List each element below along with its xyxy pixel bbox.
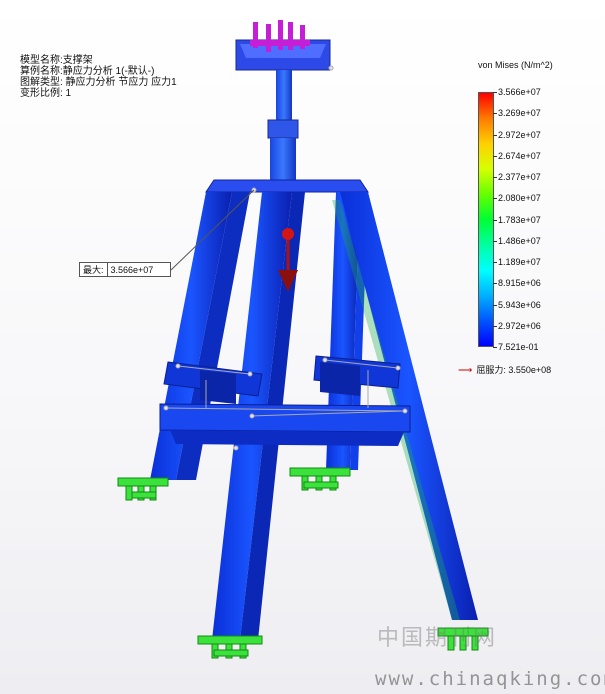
study-name: 算例名称:静应力分析 1(-默认-) bbox=[20, 66, 155, 77]
upper-column bbox=[276, 70, 292, 122]
yield-arrow-icon: ⟶ bbox=[458, 365, 473, 376]
legend-title: von Mises (N/m^2) bbox=[478, 60, 553, 70]
column-collar bbox=[267, 119, 299, 139]
legend-tick: 2.080e+07 bbox=[493, 193, 541, 204]
legend-tick: 8.915e+06 bbox=[493, 278, 541, 289]
top-frame bbox=[205, 179, 369, 193]
legend-tick: 2.972e+07 bbox=[493, 129, 541, 140]
lower-column bbox=[270, 138, 296, 180]
legend-tick: 7.521e-01 bbox=[493, 342, 539, 352]
legend-tick: 5.943e+06 bbox=[493, 299, 541, 310]
legend-tick: 2.674e+07 bbox=[493, 150, 541, 161]
legend-ticks: 3.566e+07 3.269e+07 2.972e+07 2.674e+07 2.37… bbox=[493, 87, 598, 352]
legend-tick: 1.189e+07 bbox=[493, 257, 541, 267]
yield-label: 屈服力: 3.550e+08 bbox=[476, 365, 552, 375]
watermark-url: www.chinaqking.com bbox=[375, 668, 605, 690]
max-label: 最大: bbox=[80, 263, 108, 276]
model-name: 模型名称:支撑架 bbox=[20, 55, 93, 66]
model-info: 模型名称:支撑架 算例名称:静应力分析 1(-默认-) 图解类型: 静应力分析 … bbox=[20, 55, 177, 99]
stress-colorbar bbox=[478, 92, 494, 347]
legend-tick: 3.269e+07 bbox=[493, 108, 541, 119]
max-value: 3.566e+07 bbox=[110, 264, 154, 275]
top-plate bbox=[235, 20, 331, 71]
legend-tick: 3.566e+07 bbox=[493, 87, 541, 97]
legend-tick: 2.377e+07 bbox=[493, 172, 541, 182]
legend-tick: 1.783e+07 bbox=[493, 214, 541, 225]
yield-strength: ⟶ 屈服力: 3.550e+08 bbox=[458, 363, 551, 376]
deformation-scale: 变形比例: 1 bbox=[20, 88, 72, 99]
plot-type: 图解类型: 静应力分析 节应力 应力1 bbox=[20, 77, 177, 88]
legend-tick: 1.486e+07 bbox=[493, 235, 541, 246]
watermark-cn: 中国期刊网 bbox=[377, 626, 498, 651]
legend-tick: 2.972e+06 bbox=[493, 320, 541, 331]
max-stress-callout[interactable]: 最大: 3.566e+07 bbox=[79, 262, 171, 277]
